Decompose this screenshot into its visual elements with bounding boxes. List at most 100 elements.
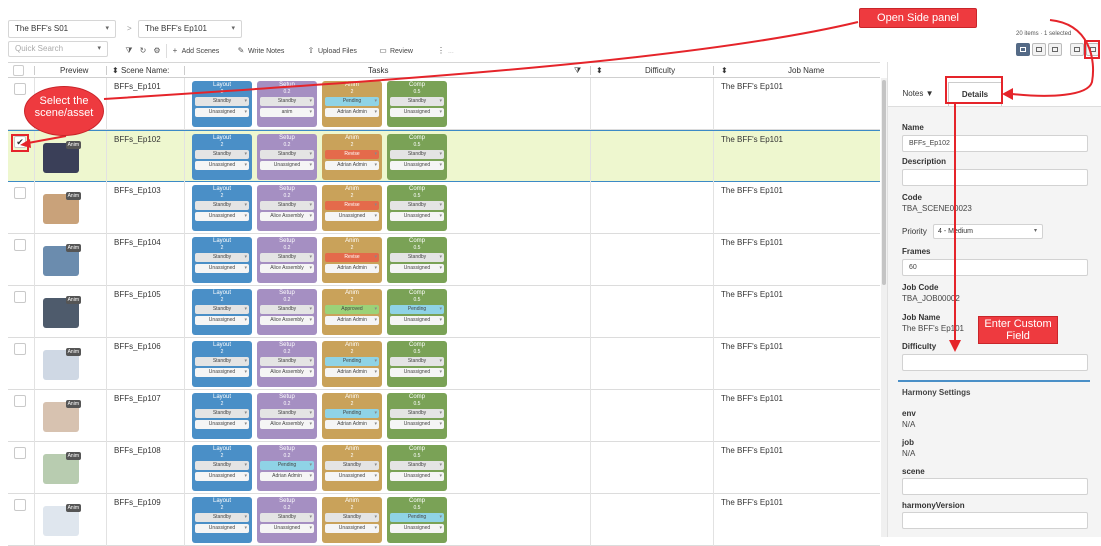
task-card-anim[interactable]: Anim 2 Pending ▾ Adrian Admin ▾ bbox=[322, 341, 382, 387]
task-status-select[interactable]: Standby ▾ bbox=[195, 357, 249, 366]
task-status-select[interactable]: Standby ▾ bbox=[390, 201, 444, 210]
task-assignee-select[interactable]: Unassigned ▾ bbox=[195, 368, 249, 377]
more-button[interactable]: ⋮ ... bbox=[436, 44, 454, 58]
task-assignee-select[interactable]: Alice Assembly ▾ bbox=[260, 420, 314, 429]
task-assignee-select[interactable]: Unassigned ▾ bbox=[195, 108, 249, 117]
card-view-button[interactable] bbox=[1016, 43, 1030, 56]
column-scene-name[interactable]: ⬍ Scene Name: bbox=[112, 63, 169, 78]
task-status-select[interactable]: Standby ▾ bbox=[260, 513, 314, 522]
task-assignee-select[interactable]: Unassigned ▾ bbox=[390, 108, 444, 117]
task-card-anim[interactable]: Anim 2 Approved ▾ Adrian Admin ▾ bbox=[322, 289, 382, 335]
task-assignee-select[interactable]: Adrian Admin ▾ bbox=[325, 316, 379, 325]
task-status-select[interactable]: Pending ▾ bbox=[325, 97, 379, 106]
task-card-anim[interactable]: Anim 2 Revise ▾ Adrian Admin ▾ bbox=[322, 237, 382, 283]
task-card-anim[interactable]: Anim 2 Pending ▾ Adrian Admin ▾ bbox=[322, 81, 382, 127]
task-status-select[interactable]: Standby ▾ bbox=[390, 253, 444, 262]
task-assignee-select[interactable]: Unassigned ▾ bbox=[195, 524, 249, 533]
table-row[interactable]: Anim BFFs_Ep105 Layout 2 Standby ▾ Unassigned ▾… bbox=[8, 286, 880, 338]
task-card-setup[interactable]: Setup 0.2 Standby ▾ Alice Assembly ▾ bbox=[257, 289, 317, 335]
task-assignee-select[interactable]: Unassigned ▾ bbox=[390, 316, 444, 325]
task-assignee-select[interactable]: Unassigned ▾ bbox=[390, 420, 444, 429]
task-status-select[interactable]: Approved ▾ bbox=[325, 305, 379, 314]
task-assignee-select[interactable]: Adrian Admin ▾ bbox=[325, 420, 379, 429]
row-checkbox[interactable] bbox=[14, 343, 26, 355]
column-preview[interactable]: Preview bbox=[60, 63, 88, 78]
row-checkbox[interactable] bbox=[14, 499, 26, 511]
task-card-setup[interactable]: Setup 0.2 Pending ▾ Adrian Admin ▾ bbox=[257, 445, 317, 491]
task-status-select[interactable]: Standby ▾ bbox=[325, 461, 379, 470]
preview-thumbnail[interactable]: Anim bbox=[41, 137, 81, 175]
task-status-select[interactable]: Pending ▾ bbox=[390, 513, 444, 522]
task-card-setup[interactable]: Setup 0.2 Standby ▾ Alice Assembly ▾ bbox=[257, 341, 317, 387]
row-checkbox[interactable] bbox=[14, 239, 26, 251]
table-row[interactable]: ✔ Anim BFFs_Ep102 Layout 2 Standby ▾ Unassigned… bbox=[8, 130, 880, 183]
task-card-anim[interactable]: Anim 2 Standby ▾ Unassigned ▾ bbox=[322, 445, 382, 491]
project-select[interactable]: The BFF's S01 ▾ bbox=[8, 20, 116, 38]
task-assignee-select[interactable]: Unassigned ▾ bbox=[260, 524, 314, 533]
task-card-comp[interactable]: Comp 0.5 Standby ▾ Unassigned ▾ bbox=[387, 237, 447, 283]
task-card-layout[interactable]: Layout 2 Standby ▾ Unassigned ▾ bbox=[192, 497, 252, 543]
task-assignee-select[interactable]: Unassigned ▾ bbox=[390, 368, 444, 377]
preview-thumbnail[interactable]: Anim bbox=[41, 448, 81, 486]
task-assignee-select[interactable]: Unassigned ▾ bbox=[195, 316, 249, 325]
add-scenes-button[interactable]: + Add Scenes bbox=[170, 44, 220, 58]
task-card-comp[interactable]: Comp 0.5 Standby ▾ Unassigned ▾ bbox=[387, 445, 447, 491]
episode-select[interactable]: The BFF's Ep101 ▾ bbox=[138, 20, 242, 38]
task-status-select[interactable]: Standby ▾ bbox=[195, 409, 249, 418]
task-status-select[interactable]: Standby ▾ bbox=[390, 409, 444, 418]
task-card-layout[interactable]: Layout 2 Standby ▾ Unassigned ▾ bbox=[192, 134, 252, 180]
task-assignee-select[interactable]: Unassigned ▾ bbox=[390, 524, 444, 533]
task-card-setup[interactable]: Setup 0.2 Standby ▾ Alice Assembly ▾ bbox=[257, 185, 317, 231]
task-card-setup[interactable]: Setup 0.2 Standby ▾ anim ▾ bbox=[257, 81, 317, 127]
row-checkbox[interactable] bbox=[14, 447, 26, 459]
difficulty-input[interactable] bbox=[902, 354, 1088, 371]
task-status-select[interactable]: Standby ▾ bbox=[260, 201, 314, 210]
task-card-comp[interactable]: Comp 0.5 Pending ▾ Unassigned ▾ bbox=[387, 289, 447, 335]
task-status-select[interactable]: Standby ▾ bbox=[390, 150, 444, 159]
task-card-setup[interactable]: Setup 0.2 Standby ▾ Alice Assembly ▾ bbox=[257, 237, 317, 283]
select-all-checkbox[interactable] bbox=[13, 65, 24, 76]
task-assignee-select[interactable]: Unassigned ▾ bbox=[325, 212, 379, 221]
table-row[interactable]: Anim BFFs_Ep108 Layout 2 Standby ▾ Unassigned ▾… bbox=[8, 442, 880, 494]
task-status-select[interactable]: Standby ▾ bbox=[260, 97, 314, 106]
task-assignee-select[interactable]: Unassigned ▾ bbox=[390, 472, 444, 481]
sort-icon[interactable]: ⬍ bbox=[596, 63, 603, 78]
task-assignee-select[interactable]: Unassigned ▾ bbox=[260, 161, 314, 170]
task-status-select[interactable]: Standby ▾ bbox=[195, 97, 249, 106]
task-assignee-select[interactable]: Unassigned ▾ bbox=[325, 472, 379, 481]
task-assignee-select[interactable]: Alice Assembly ▾ bbox=[260, 212, 314, 221]
task-status-select[interactable]: Pending ▾ bbox=[325, 357, 379, 366]
table-row[interactable]: Anim BFFs_Ep103 Layout 2 Standby ▾ Unassigned ▾… bbox=[8, 182, 880, 234]
task-status-select[interactable]: Standby ▾ bbox=[390, 461, 444, 470]
task-status-select[interactable]: Revise ▾ bbox=[325, 150, 379, 159]
quick-search-input[interactable]: Quick Search ▾ bbox=[8, 41, 108, 57]
task-status-select[interactable]: Revise ▾ bbox=[325, 253, 379, 262]
task-assignee-select[interactable]: Unassigned ▾ bbox=[390, 264, 444, 273]
harmony-version-input[interactable] bbox=[902, 512, 1088, 529]
preview-thumbnail[interactable]: Anim bbox=[41, 396, 81, 434]
row-checkbox[interactable] bbox=[14, 187, 26, 199]
task-status-select[interactable]: Standby ▾ bbox=[195, 201, 249, 210]
task-assignee-select[interactable]: Adrian Admin ▾ bbox=[260, 472, 314, 481]
table-row[interactable]: Anim BFFs_Ep109 Layout 2 Standby ▾ Unassigned ▾… bbox=[8, 494, 880, 546]
tab-notes[interactable]: Notes ▼ bbox=[896, 82, 940, 106]
task-status-select[interactable]: Standby ▾ bbox=[195, 253, 249, 262]
column-difficulty[interactable]: Difficulty bbox=[645, 63, 675, 78]
preview-thumbnail[interactable]: Anim bbox=[41, 500, 81, 538]
refresh-icon[interactable]: ↻ bbox=[138, 44, 148, 58]
task-status-select[interactable]: Standby ▾ bbox=[260, 409, 314, 418]
task-card-setup[interactable]: Setup 0.2 Standby ▾ Unassigned ▾ bbox=[257, 497, 317, 543]
review-button[interactable]: ▭ Review bbox=[378, 44, 413, 58]
task-status-select[interactable]: Standby ▾ bbox=[195, 305, 249, 314]
task-status-select[interactable]: Pending ▾ bbox=[325, 409, 379, 418]
task-status-select[interactable]: Standby ▾ bbox=[195, 461, 249, 470]
table-row[interactable]: Anim BFFs_Ep107 Layout 2 Standby ▾ Unassigned ▾… bbox=[8, 390, 880, 442]
table-row[interactable]: Anim BFFs_Ep104 Layout 2 Standby ▾ Unassigned ▾… bbox=[8, 234, 880, 286]
task-assignee-select[interactable]: anim ▾ bbox=[260, 108, 314, 117]
task-assignee-select[interactable]: Alice Assembly ▾ bbox=[260, 368, 314, 377]
preview-thumbnail[interactable]: Anim bbox=[41, 188, 81, 226]
task-status-select[interactable]: Pending ▾ bbox=[260, 461, 314, 470]
task-status-select[interactable]: Standby ▾ bbox=[260, 150, 314, 159]
task-status-select[interactable]: Standby ▾ bbox=[390, 357, 444, 366]
task-card-layout[interactable]: Layout 2 Standby ▾ Unassigned ▾ bbox=[192, 341, 252, 387]
